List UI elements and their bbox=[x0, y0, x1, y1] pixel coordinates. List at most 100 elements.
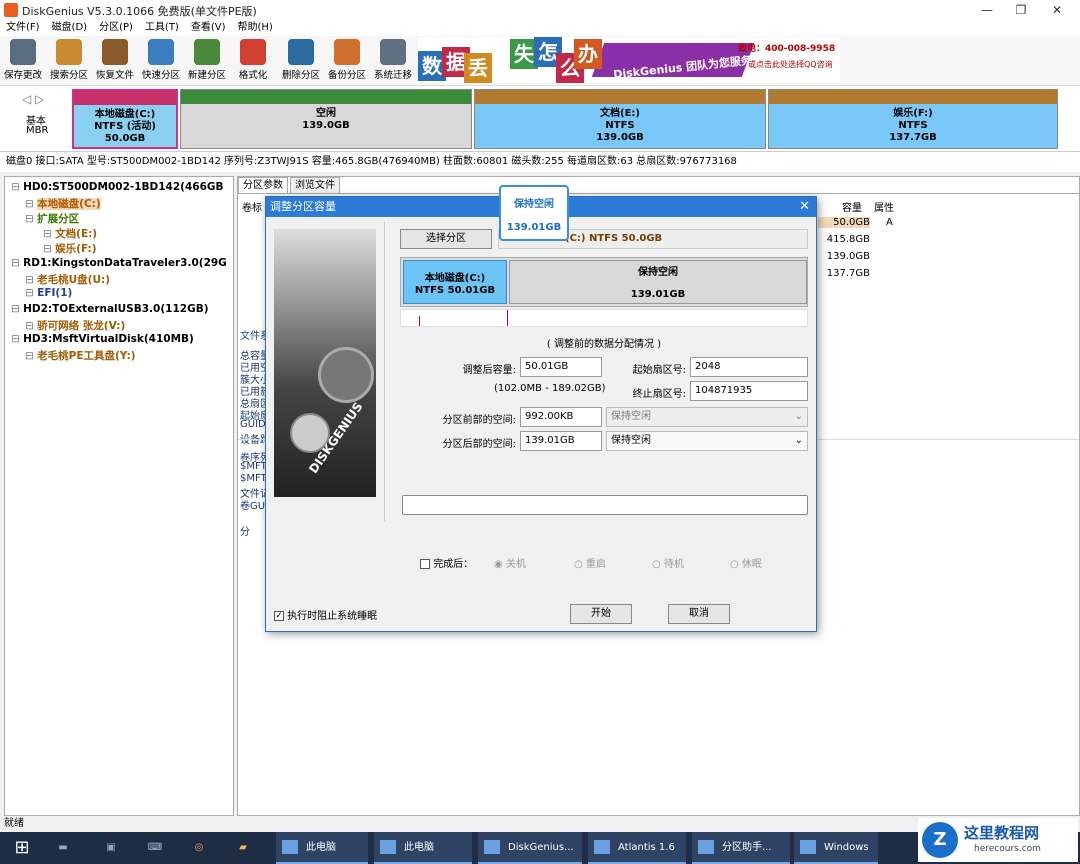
dialog-close-button[interactable]: ✕ bbox=[799, 197, 810, 217]
expand-icon[interactable]: ⊟ bbox=[25, 274, 37, 286]
tree-item[interactable]: ⊟ 本地磁盘(C:) bbox=[25, 196, 101, 211]
maximize-button[interactable]: ❐ bbox=[1004, 0, 1038, 20]
taskbar-item[interactable]: DiskGenius... bbox=[478, 832, 582, 864]
expand-icon[interactable]: ⊟ bbox=[11, 181, 23, 193]
toolbar-button-1[interactable]: 搜索分区 bbox=[50, 39, 88, 83]
finish-checkbox[interactable] bbox=[420, 559, 430, 569]
before-space-select-value: 保持空闲 bbox=[611, 411, 651, 422]
prevent-sleep-option[interactable]: ✓ 执行时阻止系统睡眠 bbox=[274, 607, 377, 622]
expand-icon[interactable]: ⊟ bbox=[43, 228, 55, 240]
capacity-cell: 50.0GB bbox=[818, 217, 870, 228]
taskbar-item[interactable]: Atlantis 1.6 bbox=[588, 832, 686, 864]
keyboard-icon[interactable]: ⌨ bbox=[140, 832, 170, 864]
menu-file[interactable]: 文件(F) bbox=[6, 20, 40, 36]
toolbar-button-8[interactable]: 系统迁移 bbox=[374, 39, 412, 83]
minimize-button[interactable]: — bbox=[970, 0, 1004, 20]
partition-bar[interactable]: 本地磁盘(C:) NTFS 50.01GB 保持空闲 139.01GB bbox=[400, 257, 808, 307]
disk-illustration: DISKGENIUS bbox=[274, 229, 376, 497]
after-space-select[interactable]: 保持空闲 ⌄ bbox=[606, 431, 808, 451]
toolbar-button-7[interactable]: 备份分区 bbox=[328, 39, 366, 83]
cancel-button[interactable]: 取消 bbox=[668, 604, 730, 624]
radio-hibernate[interactable]: ○ 休眠 bbox=[730, 555, 762, 570]
format-icon bbox=[240, 39, 266, 65]
taskbar-item[interactable]: 此电脑 bbox=[374, 832, 472, 864]
banner-char: 办 bbox=[574, 39, 602, 69]
toolbar-button-0[interactable]: 保存更改 bbox=[4, 39, 42, 83]
radio-standby[interactable]: ○ 待机 bbox=[652, 555, 684, 570]
tab-partition-params[interactable]: 分区参数 bbox=[238, 177, 288, 193]
partition-top-strip bbox=[769, 90, 1057, 104]
expand-icon[interactable]: ⊟ bbox=[25, 287, 37, 299]
folder-icon[interactable]: ▰ bbox=[228, 832, 258, 864]
taskbar-item-label: 分区助手... bbox=[722, 842, 772, 853]
expand-icon[interactable]: ⊟ bbox=[25, 320, 37, 332]
start-button[interactable]: 开始 bbox=[570, 604, 632, 624]
close-button[interactable]: ✕ bbox=[1040, 0, 1074, 20]
before-space-input[interactable]: 992.00KB bbox=[520, 407, 602, 427]
tree-item[interactable]: ⊟ 娱乐(F:) bbox=[43, 241, 97, 256]
migrate-icon bbox=[380, 39, 406, 65]
bar-free-space[interactable]: 保持空闲 139.01GB bbox=[509, 260, 807, 304]
partition-top-strip bbox=[475, 90, 765, 104]
drive-icon[interactable]: ▬ bbox=[48, 832, 78, 864]
partition-block[interactable]: 本地磁盘(C:) NTFS (活动) 50.0GB bbox=[72, 89, 178, 149]
partition-block[interactable]: 空闲 139.0GB bbox=[180, 89, 472, 149]
monitor-icon[interactable]: ▣ bbox=[96, 832, 126, 864]
tab-browse-files[interactable]: 浏览文件 bbox=[290, 177, 340, 193]
tool-icon[interactable]: ◎ bbox=[184, 832, 214, 864]
tree-item-label: HD0:ST500DM002-1BD142(466GB bbox=[23, 181, 224, 193]
prev-disk-arrow[interactable]: ◁ ▷ bbox=[22, 92, 44, 106]
expand-icon[interactable]: ⊟ bbox=[11, 333, 23, 345]
menu-tools[interactable]: 工具(T) bbox=[145, 20, 179, 36]
menu-partition[interactable]: 分区(P) bbox=[99, 20, 133, 36]
tree-item[interactable]: ⊟ 扩展分区 bbox=[25, 211, 79, 226]
menu-view[interactable]: 查看(V) bbox=[191, 20, 226, 36]
expand-icon[interactable]: ⊟ bbox=[43, 243, 55, 255]
radio-restart[interactable]: ○ 重启 bbox=[574, 555, 606, 570]
ad-banner[interactable]: DiskGenius 团队为您服务 致电：400-008-9958 或点击此处选… bbox=[418, 37, 840, 83]
select-partition-button[interactable]: 选择分区 bbox=[400, 229, 492, 249]
toolbar-button-4[interactable]: 新建分区 bbox=[188, 39, 226, 83]
partition-block[interactable]: 文档(E:) NTFS 139.0GB bbox=[474, 89, 766, 149]
before-space-select[interactable]: 保持空闲 ⌄ bbox=[606, 407, 808, 427]
prevent-sleep-label: 执行时阻止系统睡眠 bbox=[287, 611, 378, 622]
expand-icon[interactable]: ⊟ bbox=[11, 303, 23, 315]
expand-icon[interactable]: ⊟ bbox=[25, 198, 37, 210]
expand-icon[interactable]: ⊟ bbox=[25, 213, 37, 225]
partition-fs: NTFS (活动) bbox=[94, 121, 156, 132]
tree-item[interactable]: ⊟ 老毛桃PE工具盘(Y:) bbox=[25, 348, 136, 363]
toolbar-button-6[interactable]: 删除分区 bbox=[282, 39, 320, 83]
tree-item[interactable]: ⊟ RD1:KingstonDataTraveler3.0(29G bbox=[11, 257, 227, 269]
start-button-windows-icon[interactable]: ⊞ bbox=[8, 832, 36, 864]
after-space-input[interactable]: 139.01GB bbox=[520, 431, 602, 451]
toolbar-button-2[interactable]: 恢复文件 bbox=[96, 39, 134, 83]
menu-help[interactable]: 帮助(H) bbox=[238, 20, 273, 36]
end-sector-input[interactable]: 104871935 bbox=[690, 381, 808, 401]
bar-partition-c[interactable]: 本地磁盘(C:) NTFS 50.01GB bbox=[403, 260, 507, 304]
finish-option[interactable]: 完成后： bbox=[420, 555, 473, 570]
expand-icon[interactable]: ⊟ bbox=[11, 257, 23, 269]
taskbar-item[interactable]: 此电脑 bbox=[276, 832, 368, 864]
bar-c-fs: NTFS 50.01GB bbox=[414, 285, 496, 296]
start-sector-input[interactable]: 2048 bbox=[690, 357, 808, 377]
toolbar-button-3[interactable]: 快速分区 bbox=[142, 39, 180, 83]
tree-item[interactable]: ⊟ 骄可网络 张龙(V:) bbox=[25, 318, 125, 333]
size-after-input[interactable]: 50.01GB bbox=[520, 357, 602, 377]
tree-item[interactable]: ⊟ HD3:MsftVirtualDisk(410MB) bbox=[11, 333, 194, 345]
capacity-cell: 139.0GB bbox=[826, 251, 870, 262]
toolbar-button-5[interactable]: 格式化 bbox=[234, 39, 272, 83]
partition-block[interactable]: 娱乐(F:) NTFS 137.7GB bbox=[768, 89, 1058, 149]
prevent-sleep-checkbox[interactable]: ✓ bbox=[274, 611, 284, 621]
tree-item[interactable]: ⊟ HD2:TOExternalUSB3.0(112GB) bbox=[11, 303, 209, 315]
taskbar-item[interactable]: 分区助手... bbox=[692, 832, 790, 864]
disk-tree[interactable]: ⊟ HD0:ST500DM002-1BD142(466GB ⊟ 本地磁盘(C:) ⊟… bbox=[4, 176, 234, 816]
tree-item[interactable]: ⊟ 老毛桃U盘(U:) bbox=[25, 272, 110, 287]
expand-icon[interactable]: ⊟ bbox=[25, 350, 37, 362]
tree-item-label: 扩展分区 bbox=[37, 213, 80, 225]
tree-item[interactable]: ⊟ HD0:ST500DM002-1BD142(466GB bbox=[11, 181, 224, 193]
menu-disk[interactable]: 磁盘(D) bbox=[52, 20, 88, 36]
tree-item[interactable]: ⊟ 文档(E:) bbox=[43, 226, 97, 241]
tree-item[interactable]: ⊟ EFI(1) bbox=[25, 287, 72, 299]
taskbar-item[interactable]: Windows bbox=[794, 832, 878, 864]
radio-shutdown[interactable]: ◉ 关机 bbox=[494, 555, 526, 570]
